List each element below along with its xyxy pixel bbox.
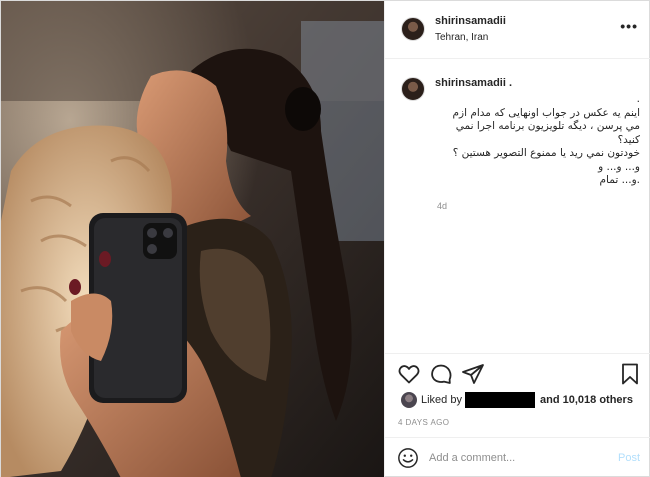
post-side-panel: shirinsamadii Tehran, Iran ••• shirinsam… (384, 1, 650, 477)
heart-icon (398, 365, 420, 384)
post-photo[interactable] (1, 1, 384, 477)
comment-bar: Post (385, 437, 650, 477)
share-icon (462, 364, 484, 384)
post-header: shirinsamadii Tehran, Iran ••• (385, 1, 650, 59)
author-avatar[interactable] (401, 17, 425, 41)
smile-icon[interactable] (397, 447, 419, 469)
instagram-post: shirinsamadii Tehran, Iran ••• shirinsam… (0, 0, 650, 477)
caption-text: . اینم یه عکس در جواب اونهایی که مدام از… (452, 93, 640, 186)
action-bar (385, 353, 650, 391)
post-location[interactable]: Tehran, Iran (435, 32, 488, 43)
comment-input[interactable] (429, 446, 604, 470)
post-comment-button[interactable]: Post (618, 452, 640, 464)
post-timestamp[interactable]: 4 DAYS AGO (398, 418, 449, 427)
liker-avatar[interactable] (401, 392, 417, 408)
likes-count-link[interactable]: and 10,018 others (540, 394, 633, 406)
likes-summary: Liked by and 10,018 others (385, 391, 650, 413)
save-button[interactable] (618, 362, 642, 386)
more-options-icon[interactable]: ••• (620, 18, 638, 34)
redacted-username (465, 392, 535, 408)
author-username[interactable]: shirinsamadii (435, 15, 506, 27)
caption-avatar[interactable] (401, 77, 425, 101)
like-button[interactable] (397, 362, 421, 386)
caption-time[interactable]: 4d (437, 201, 447, 211)
comment-icon (431, 364, 452, 384)
liked-by-label: Liked by (421, 394, 462, 406)
bookmark-icon (622, 363, 638, 385)
caption-section: shirinsamadii . . اینم یه عکس در جواب او… (385, 59, 650, 353)
post-photo-illustration (1, 1, 384, 477)
caption-username[interactable]: shirinsamadii . (435, 77, 512, 89)
comment-button[interactable] (429, 362, 453, 386)
share-button[interactable] (461, 362, 485, 386)
